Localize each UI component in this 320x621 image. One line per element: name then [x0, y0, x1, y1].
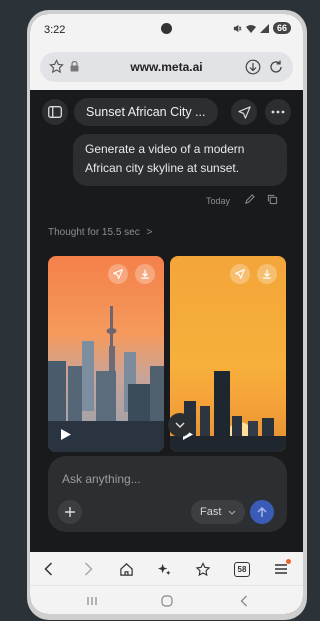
front-camera	[161, 23, 172, 34]
sidebar-toggle-button[interactable]	[42, 99, 68, 125]
user-message-bubble: Generate a video of a modern African cit…	[73, 134, 287, 186]
video-1-download-button[interactable]	[135, 264, 155, 284]
signal-icon	[259, 23, 269, 33]
share-button[interactable]	[231, 99, 257, 125]
phone-frame: 3:22 66 www.meta.ai Sunset African City …	[27, 10, 307, 620]
send-icon	[237, 105, 251, 119]
sidebar-toggle-icon	[48, 106, 62, 118]
plus-icon	[65, 507, 75, 517]
ai-sparkle-icon[interactable]	[153, 558, 175, 580]
chat-title[interactable]: Sunset African City ...	[74, 98, 218, 126]
scroll-down-button[interactable]	[168, 413, 192, 437]
chevron-down-icon	[229, 510, 236, 515]
download-icon[interactable]	[245, 59, 261, 75]
arrow-up-icon	[257, 506, 267, 517]
phone-screen: 3:22 66 www.meta.ai Sunset African City …	[30, 14, 303, 614]
city-skyline-image	[48, 306, 164, 452]
forward-icon[interactable]	[77, 558, 99, 580]
chevron-down-icon	[175, 421, 185, 428]
chat-area: Sunset African City ... Generate a video…	[30, 90, 303, 552]
tabs-icon: 58	[234, 561, 250, 577]
status-bar: 3:22 66	[30, 14, 303, 46]
message-timestamp: Today	[206, 196, 231, 206]
video-1-share-button[interactable]	[108, 264, 128, 284]
more-icon	[271, 110, 285, 114]
send-button[interactable]	[250, 500, 274, 524]
system-back-icon[interactable]	[233, 592, 255, 610]
video-2-share-button[interactable]	[230, 264, 250, 284]
back-icon[interactable]	[37, 558, 59, 580]
recent-apps-icon[interactable]	[81, 592, 103, 610]
browser-url-bar: www.meta.ai	[30, 46, 303, 90]
battery-level: 66	[272, 22, 291, 34]
browser-bottom-nav: 58	[30, 552, 303, 585]
menu-icon[interactable]	[270, 558, 292, 580]
pencil-icon[interactable]	[244, 194, 255, 205]
home-icon[interactable]	[115, 558, 137, 580]
video-2-download-button[interactable]	[257, 264, 277, 284]
more-button[interactable]	[265, 99, 291, 125]
play-icon[interactable]	[60, 428, 72, 446]
bookmark-star-icon[interactable]	[192, 558, 214, 580]
wifi-icon	[245, 24, 256, 33]
system-nav-bar	[30, 585, 303, 614]
mute-icon	[233, 24, 242, 32]
status-time: 3:22	[44, 24, 66, 36]
attach-button[interactable]	[58, 500, 82, 524]
reload-icon[interactable]	[268, 59, 284, 75]
status-icons: 66	[233, 22, 291, 34]
thought-toggle[interactable]: Thought for 15.5 sec >	[48, 227, 152, 238]
message-composer: Ask anything... Fast	[48, 456, 287, 532]
tabs-button[interactable]: 58	[231, 558, 253, 580]
mode-label: Fast	[200, 506, 222, 518]
thought-chevron: >	[146, 227, 153, 238]
copy-icon[interactable]	[267, 194, 278, 205]
mode-selector[interactable]: Fast	[191, 500, 245, 524]
ask-input[interactable]: Ask anything...	[62, 472, 141, 486]
address-field[interactable]: www.meta.ai	[40, 52, 293, 82]
home-button-icon[interactable]	[156, 592, 178, 610]
notification-dot	[286, 559, 291, 564]
thought-label: Thought for 15.5 sec	[48, 227, 140, 238]
video-result-1[interactable]	[48, 256, 164, 452]
